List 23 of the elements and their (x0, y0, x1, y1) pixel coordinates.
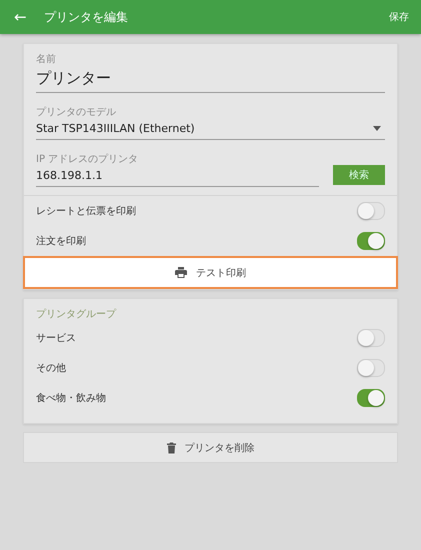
option-label: 注文を印刷 (36, 234, 86, 248)
trash-icon (166, 442, 176, 454)
section-title: プリンタグループ (35, 308, 118, 322)
option-label: レシートと伝票を印刷 (36, 204, 136, 218)
page-title: プリンタを編集 (44, 8, 129, 26)
group-label: その他 (36, 362, 66, 375)
model-dropdown[interactable]: Star TSP143IIILAN (Ethernet) (36, 119, 385, 140)
field-label: プリンタのモデル (36, 106, 117, 119)
ip-field[interactable]: 168.198.1.1 (36, 166, 319, 187)
toggle-switch[interactable] (357, 202, 385, 220)
group-label: 食べ物・飲み物 (36, 392, 106, 405)
printer-icon (175, 267, 187, 278)
group-label: サービス (36, 332, 76, 345)
field-label: IP アドレスのプリンタ (36, 152, 140, 166)
toggle-switch[interactable] (357, 329, 385, 347)
test-print-button[interactable]: テスト印刷 (23, 256, 398, 289)
toggle-switch[interactable] (357, 232, 385, 250)
caret-icon (373, 126, 381, 131)
name-field[interactable]: プリンター (36, 66, 385, 93)
field-label: 名前 (36, 53, 57, 66)
toggle-switch[interactable] (357, 359, 385, 377)
toggle-switch[interactable] (357, 389, 385, 407)
delete-printer-button[interactable]: プリンタを削除 (23, 432, 398, 463)
